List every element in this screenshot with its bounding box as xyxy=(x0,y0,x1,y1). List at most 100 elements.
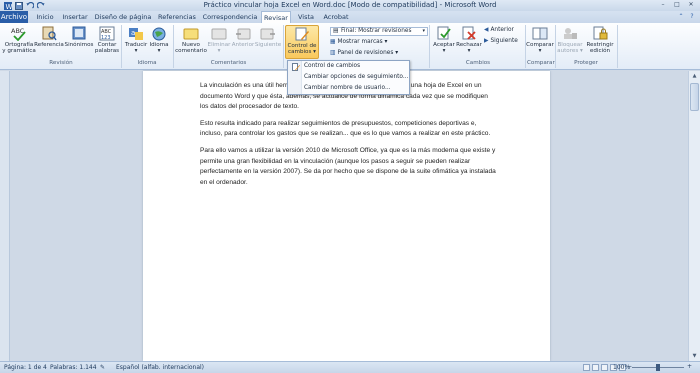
delete-comment-icon xyxy=(210,25,228,41)
paragraph: Para ello vamos a utilizar la versión 20… xyxy=(200,146,496,186)
proofing-icon[interactable]: ✎ xyxy=(100,364,105,371)
compare-icon xyxy=(531,25,549,41)
restrict-editing-icon xyxy=(591,25,609,41)
new-comment-icon xyxy=(182,25,200,41)
chevron-down-icon: ▾ xyxy=(422,28,425,34)
reviewing-pane-icon: ▥ xyxy=(330,50,336,56)
minimize-button[interactable]: – xyxy=(657,1,669,9)
translate-icon: a xyxy=(127,25,145,41)
group-label-cambios: Cambios xyxy=(465,60,491,66)
group-label-comentarios: Comentarios xyxy=(210,60,247,66)
scroll-down-icon[interactable]: ▼ xyxy=(689,351,700,361)
zoom-slider[interactable] xyxy=(632,364,684,371)
window-title: Práctico vincular hoja Excel en Word.doc… xyxy=(203,1,497,9)
group-separator xyxy=(555,25,556,68)
print-layout-view-icon[interactable] xyxy=(583,364,590,371)
page-count[interactable]: Página: 1 de 4 xyxy=(4,364,47,371)
document-text[interactable]: La vinculación es una útil herramienta q… xyxy=(200,81,497,194)
group-separator xyxy=(617,25,618,68)
restrict-editing-button[interactable]: Restringir edición xyxy=(585,25,615,54)
compare-button[interactable]: Comparar ▾ xyxy=(526,25,554,54)
previous-comment-icon xyxy=(234,25,252,41)
zoom-in-icon[interactable]: + xyxy=(687,363,692,370)
spell-check-icon: ABC xyxy=(10,25,28,41)
window-controls: – □ ✕ xyxy=(657,1,697,9)
next-comment-icon xyxy=(259,25,277,41)
block-authors-button[interactable]: Bloquear autores ▾ xyxy=(557,25,583,54)
show-markup-button[interactable]: ▦ Mostrar marcas ▾ xyxy=(330,39,387,45)
group-separator xyxy=(121,25,122,68)
delete-comment-button[interactable]: Eliminar ▾ xyxy=(207,25,231,54)
title-bar: W Práctico vincular hoja Excel en Word.d… xyxy=(0,0,700,11)
tab-referencias[interactable]: Referencias xyxy=(156,11,198,23)
ribbon-tabs: Archivo Inicio Insertar Diseño de página… xyxy=(0,11,700,24)
tab-inicio[interactable]: Inicio xyxy=(34,11,56,23)
block-authors-icon xyxy=(561,25,579,41)
svg-text:123: 123 xyxy=(101,35,111,41)
status-bar: Página: 1 de 4 Palabras: 1.144 ✎ Español… xyxy=(0,361,700,373)
full-screen-view-icon[interactable] xyxy=(592,364,599,371)
tab-vista[interactable]: Vista xyxy=(295,11,317,23)
track-changes-menu: Control de cambios Cambiar opciones de s… xyxy=(287,60,410,95)
vertical-scrollbar[interactable]: ▲ ▼ xyxy=(688,71,700,361)
group-label-proteger: Proteger xyxy=(574,60,598,66)
tab-insertar[interactable]: Insertar xyxy=(60,11,90,23)
web-layout-view-icon[interactable] xyxy=(601,364,608,371)
word-count-icon: ABC 123 xyxy=(98,25,116,41)
minimize-ribbon-icon[interactable]: ⌃ xyxy=(677,13,685,21)
thesaurus-button[interactable]: Sinónimos xyxy=(64,25,94,48)
spelling-grammar-button[interactable]: ABC Ortografía y gramática xyxy=(2,25,36,55)
group-separator xyxy=(283,25,284,68)
tab-diseno-pagina[interactable]: Diseño de página xyxy=(94,11,152,23)
show-markup-icon: ▦ xyxy=(330,39,336,45)
display-review-icon: ▤ xyxy=(333,28,339,34)
display-for-review-dropdown[interactable]: ▤ Final: Mostrar revisiones ▾ xyxy=(330,27,428,36)
close-button[interactable]: ✕ xyxy=(685,1,697,9)
vertical-ruler xyxy=(0,71,10,361)
scroll-down-group: ▼ xyxy=(689,351,700,361)
accept-button[interactable]: Aceptar ▾ xyxy=(431,25,457,54)
previous-comment-button[interactable]: Anterior xyxy=(231,25,255,48)
next-change-icon: ▶ xyxy=(484,38,489,44)
research-button[interactable]: Referencia xyxy=(34,25,64,48)
track-changes-button[interactable]: Control de cambios ▾ xyxy=(285,25,319,59)
reviewing-pane-button[interactable]: ▥ Panel de revisiones ▾ xyxy=(330,50,398,56)
word-count[interactable]: Palabras: 1.144 xyxy=(50,364,97,371)
next-comment-button[interactable]: Siguiente xyxy=(255,25,281,48)
translate-button[interactable]: a Traducir ▾ xyxy=(123,25,149,54)
document-language[interactable]: Español (alfab. internacional) xyxy=(116,364,204,371)
group-label-idioma: Idioma xyxy=(137,60,157,66)
menu-item-change-user-name[interactable]: Cambiar nombre de usuario... xyxy=(288,83,409,94)
word-count-button[interactable]: ABC 123 Contar palabras xyxy=(94,25,120,54)
track-changes-icon xyxy=(293,26,311,42)
research-book-icon xyxy=(40,25,58,41)
maximize-button[interactable]: □ xyxy=(671,1,683,9)
previous-change-button[interactable]: ◀ Anterior xyxy=(484,27,514,33)
help-icon[interactable]: ? xyxy=(688,13,696,21)
tab-correspondencia[interactable]: Correspondencia xyxy=(202,11,258,23)
track-changes-icon xyxy=(292,63,300,71)
reject-icon xyxy=(460,25,478,41)
group-separator xyxy=(429,25,430,68)
group-label-comparar: Comparar xyxy=(527,60,555,66)
svg-text:a: a xyxy=(131,29,135,37)
group-separator xyxy=(173,25,174,68)
ribbon-help-area: ⌃ ? xyxy=(677,13,696,21)
scroll-up-icon[interactable]: ▲ xyxy=(689,71,700,81)
previous-change-icon: ◀ xyxy=(484,27,489,33)
paragraph: Esto resulta indicado para realizar segu… xyxy=(200,119,491,138)
next-change-button[interactable]: ▶ Siguiente xyxy=(484,38,518,44)
group-label-revision: Revisión xyxy=(49,60,73,66)
menu-item-change-tracking-options[interactable]: Cambiar opciones de seguimiento... xyxy=(288,72,409,83)
tab-archivo[interactable]: Archivo xyxy=(0,11,28,23)
zoom-slider-knob[interactable] xyxy=(656,364,660,371)
accept-icon xyxy=(435,25,453,41)
tab-acrobat[interactable]: Acrobat xyxy=(321,11,351,23)
menu-item-track-changes[interactable]: Control de cambios xyxy=(288,61,409,72)
thesaurus-book-icon xyxy=(70,25,88,41)
new-comment-button[interactable]: Nuevo comentario xyxy=(175,25,207,54)
language-button[interactable]: Idioma ▾ xyxy=(148,25,170,54)
reject-button[interactable]: Rechazar ▾ xyxy=(456,25,482,54)
language-globe-icon xyxy=(150,25,168,41)
scrollbar-thumb[interactable] xyxy=(690,83,699,111)
